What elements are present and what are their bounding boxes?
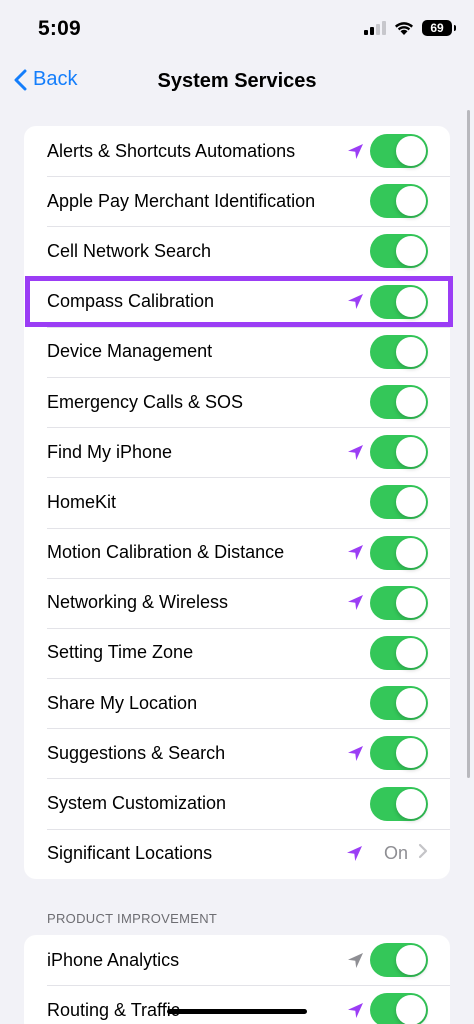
row-label: Cell Network Search [47,240,212,261]
toggle-switch[interactable] [370,334,428,369]
toggle-switch[interactable] [370,736,428,771]
home-indicator[interactable] [167,1009,307,1014]
toggle-knob [396,437,426,468]
row-label: Significant Locations [47,843,213,864]
status-time: 5:09 [38,17,81,40]
location-arrow-icon [346,845,364,863]
row-setting-time-zone: Setting Time Zone [24,627,450,678]
row-iphone-analytics: iPhone Analytics [24,935,450,985]
row-label: Emergency Calls & SOS [47,391,244,412]
scroll-indicator[interactable] [467,110,470,778]
toggle-switch[interactable] [370,686,428,721]
toggle-switch[interactable] [370,134,428,169]
location-arrow-icon [346,594,364,612]
row-emergency-calls-and-sos: Emergency Calls & SOS [24,376,450,427]
row-homekit: HomeKit [24,477,450,527]
toggle-switch[interactable] [370,535,428,570]
row-label: Find My iPhone [47,441,173,462]
row-routing-and-traffic: Routing & Traffic [24,985,450,1024]
row-alerts-and-shortcuts-automations: Alerts & Shortcuts Automations [24,126,450,176]
row-share-my-location: Share My Location [24,678,450,728]
toggle-knob [396,688,426,719]
toggle-knob [396,945,426,976]
status-icons: 69 [364,20,456,36]
row-suggestions-and-search: Suggestions & Search [24,728,450,778]
toggle-knob [396,537,426,568]
toggle-knob [396,336,426,367]
toggle-switch[interactable] [370,943,428,978]
page-title: System Services [157,70,317,92]
toggle-switch[interactable] [370,184,428,219]
location-arrow-icon [346,293,364,311]
row-label: Suggestions & Search [47,742,226,763]
cellular-signal-icon [364,21,386,35]
toggle-switch[interactable] [370,786,428,821]
row-device-management: Device Management [24,326,450,377]
row-label: Motion Calibration & Distance [47,542,285,563]
location-arrow-icon [346,744,364,762]
section-header-product-improvement: PRODUCT IMPROVEMENT [47,911,218,926]
system-services-list: Alerts & Shortcuts Automations Apple Pay … [24,126,450,879]
toggle-switch[interactable] [370,485,428,520]
row-compass-calibration: Compass Calibration [24,276,450,327]
toggle-knob [396,738,426,769]
toggle-switch[interactable] [370,284,428,319]
toggle-knob [396,487,426,518]
location-arrow-icon [346,1001,364,1019]
toggle-knob [396,387,426,418]
toggle-switch[interactable] [370,234,428,269]
row-label: Device Management [47,341,213,362]
row-label: System Customization [47,793,227,814]
battery-icon: 69 [422,20,456,36]
row-label: Networking & Wireless [47,592,229,613]
toggle-switch[interactable] [370,635,428,670]
row-apple-pay-merchant-identification: Apple Pay Merchant Identification [24,176,450,226]
toggle-knob [396,136,426,167]
toggle-knob [396,587,426,618]
row-motion-calibration-and-distance: Motion Calibration & Distance [24,527,450,578]
toggle-knob [396,788,426,819]
navigation-bar: Back System Services [0,58,474,104]
row-significant-locations[interactable]: Significant Locations On [24,828,450,879]
row-cell-network-search: Cell Network Search [24,226,450,276]
row-label: Alerts & Shortcuts Automations [47,140,296,161]
value-text: On [383,843,408,864]
row-label: iPhone Analytics [47,949,180,970]
row-label: Apple Pay Merchant Identification [47,190,316,211]
location-arrow-icon [346,142,364,160]
toggle-switch[interactable] [370,585,428,620]
location-arrow-icon [346,443,364,461]
toggle-knob [396,637,426,668]
toggle-knob [396,186,426,217]
row-label: Share My Location [47,692,198,713]
toggle-switch[interactable] [370,993,428,1024]
row-system-customization: System Customization [24,778,450,828]
location-arrow-icon [346,951,364,969]
location-arrow-icon [346,544,364,562]
toggle-knob [396,995,426,1024]
row-label: HomeKit [47,491,117,512]
row-find-my-iphone: Find My iPhone [24,427,450,477]
toggle-switch[interactable] [370,385,428,420]
status-bar: 5:09 69 [0,0,474,58]
toggle-knob [396,236,426,267]
toggle-knob [396,286,426,317]
toggle-switch[interactable] [370,435,428,470]
chevron-right-icon [418,843,428,864]
row-label: Compass Calibration [47,291,215,312]
row-networking-and-wireless: Networking & Wireless [24,577,450,628]
row-label: Setting Time Zone [47,642,194,663]
wifi-icon [395,21,413,35]
